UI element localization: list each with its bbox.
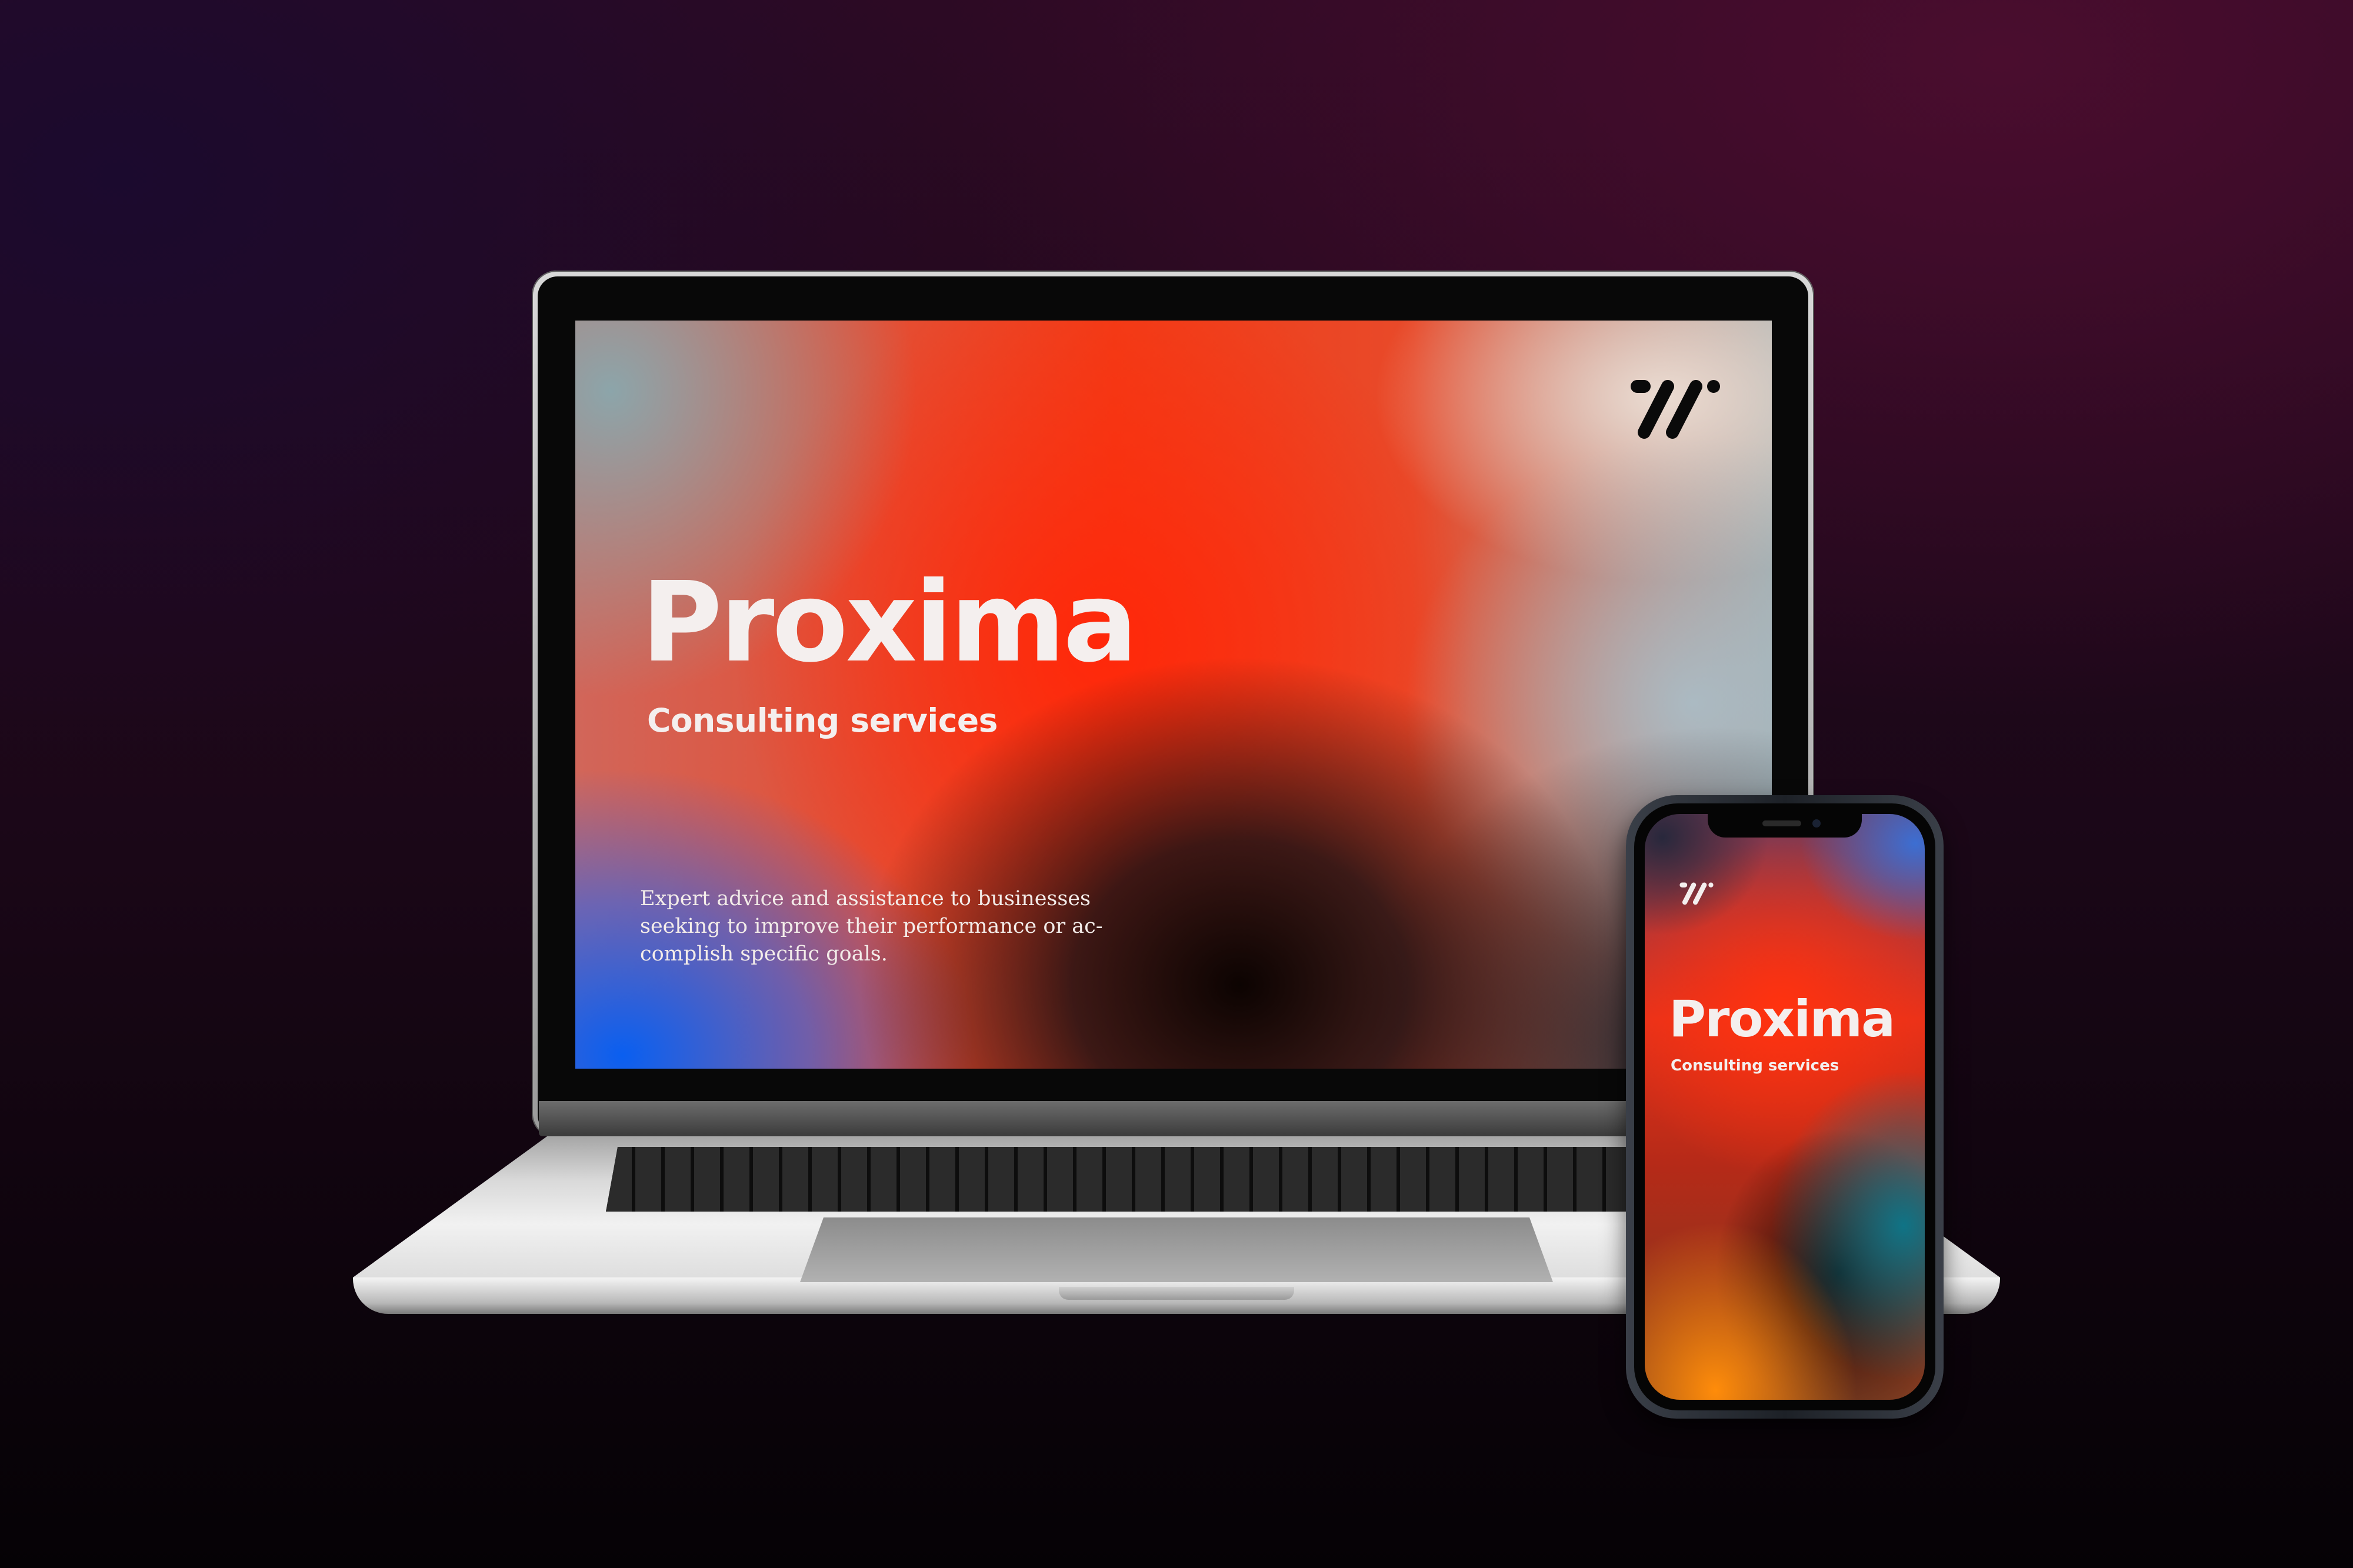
brand-logo-icon	[1631, 380, 1720, 439]
laptop-hinge	[539, 1101, 1808, 1136]
phone-camera-icon	[1812, 819, 1821, 828]
phone-brand-logo-icon	[1679, 882, 1714, 905]
laptop-keyboard	[606, 1147, 1747, 1212]
laptop-screen: Proxima Consulting services Expert advic…	[575, 321, 1772, 1069]
description-text: Expert advice and assistance to business…	[640, 887, 1103, 966]
page-title: Proxima	[641, 558, 1138, 687]
phone-subtitle: Consulting services	[1671, 1057, 1839, 1075]
phone-title: Proxima	[1669, 990, 1895, 1049]
phone-speaker	[1762, 820, 1801, 826]
laptop-trackpad	[800, 1217, 1553, 1282]
laptop-lid-notch	[1059, 1287, 1294, 1300]
page-subtitle: Consulting services	[647, 702, 998, 739]
